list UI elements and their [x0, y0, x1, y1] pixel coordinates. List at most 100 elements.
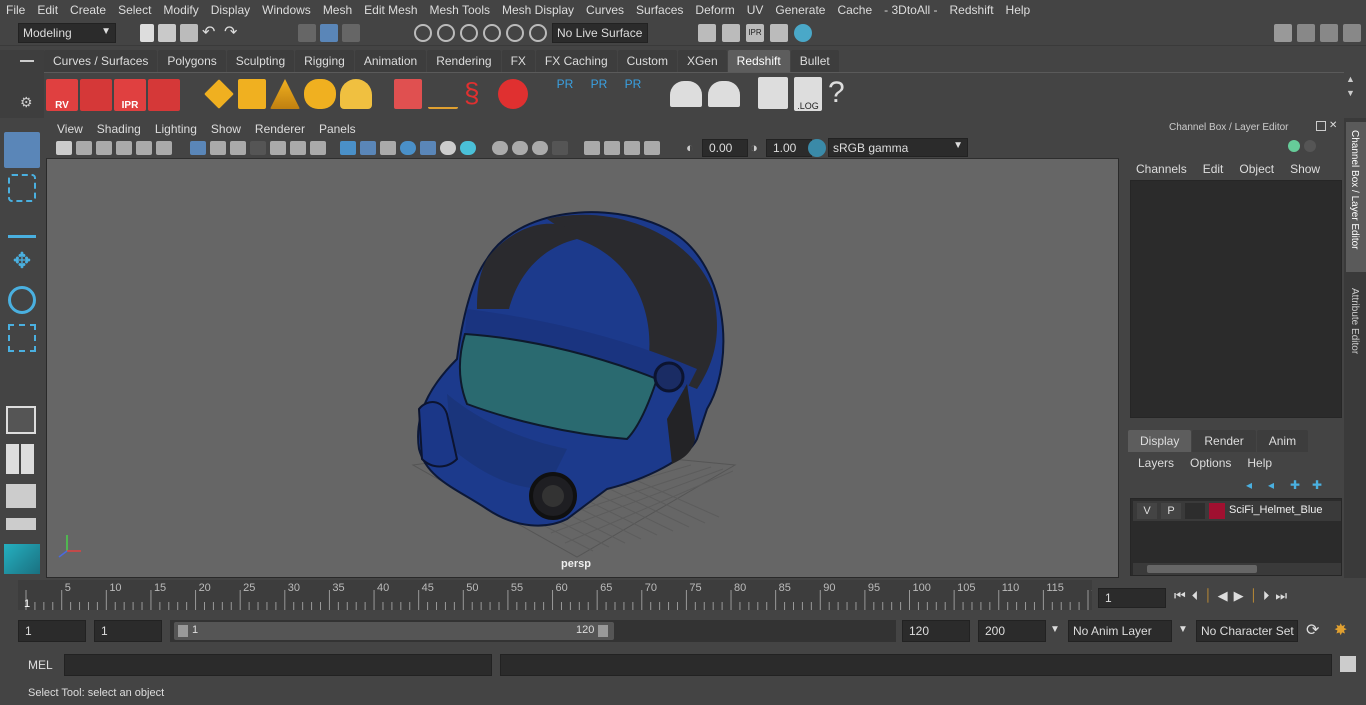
film-gate-icon[interactable]	[210, 141, 226, 155]
depth-of-field-icon[interactable]	[532, 141, 548, 155]
exposure-field[interactable]: 0.00	[702, 139, 748, 157]
auto-key-icon[interactable]: ⟳	[1306, 620, 1319, 640]
hypershade-icon[interactable]	[794, 24, 812, 42]
save-scene-icon[interactable]	[180, 24, 198, 42]
shelf-scroll[interactable]: ▲ ▼	[1346, 72, 1360, 116]
render-view-rv-icon[interactable]: RV	[46, 79, 78, 111]
resolution-gate-icon[interactable]	[230, 141, 246, 155]
menu-select[interactable]: Select	[112, 3, 157, 17]
new-scene-icon[interactable]	[140, 24, 154, 42]
channel-menu-show[interactable]: Show	[1290, 162, 1320, 176]
playback-end-field[interactable]: 120	[902, 620, 970, 642]
menu-redshift[interactable]: Redshift	[944, 3, 1000, 17]
toggle-panel-icon[interactable]	[1297, 24, 1315, 42]
bookmark-icon[interactable]	[96, 141, 112, 155]
rotate-tool-icon[interactable]	[8, 286, 36, 314]
motion-blur-icon[interactable]	[492, 141, 508, 155]
chevron-down-icon[interactable]: ▼	[1050, 624, 1060, 635]
channel-menu-object[interactable]: Object	[1239, 162, 1274, 176]
paint-select-tool-icon[interactable]	[8, 210, 36, 238]
preferences-icon[interactable]: ✸	[1334, 620, 1347, 640]
textured-icon[interactable]	[400, 141, 416, 155]
menu-deform[interactable]: Deform	[689, 3, 740, 17]
portal-light-icon[interactable]	[304, 79, 336, 109]
color-management-icon[interactable]	[808, 139, 826, 157]
playback-start-field[interactable]: 1	[94, 620, 162, 642]
panel-menu-renderer[interactable]: Renderer	[248, 122, 312, 136]
layout-icon[interactable]	[6, 484, 36, 508]
mode-dropdown[interactable]: Modeling ▼	[18, 23, 116, 43]
layer-menu-options[interactable]: Options	[1190, 456, 1231, 470]
manipulator-toggle-icon[interactable]	[1304, 140, 1316, 152]
scroll-down-icon[interactable]: ▼	[1346, 86, 1360, 100]
new-layer-icon[interactable]: ✚	[1290, 478, 1306, 492]
layer-display-type[interactable]	[1185, 503, 1205, 519]
dome-light-icon[interactable]	[238, 79, 266, 109]
float-icon[interactable]	[1316, 121, 1326, 131]
camera-attributes-icon[interactable]	[76, 141, 92, 155]
select-component-icon[interactable]	[342, 24, 360, 42]
shelf-tab-curves-surfaces[interactable]: Curves / Surfaces	[44, 50, 158, 72]
safe-title-icon[interactable]	[310, 141, 326, 155]
go-to-start-icon[interactable]: ⏮	[1174, 588, 1186, 604]
range-end-handle[interactable]	[598, 625, 608, 637]
layer-color-swatch[interactable]	[1209, 503, 1225, 519]
redo-icon[interactable]: ↷	[224, 24, 242, 42]
xray-active-icon[interactable]	[624, 141, 640, 155]
mel-input[interactable]	[64, 654, 492, 676]
lasso-tool-icon[interactable]	[8, 174, 36, 202]
area-light-icon[interactable]	[204, 79, 234, 109]
bake-icon[interactable]	[670, 81, 702, 107]
camera-icon[interactable]	[56, 141, 72, 155]
move-layer-up-icon[interactable]: ◂	[1246, 478, 1262, 492]
snap-surface-icon[interactable]	[506, 24, 524, 42]
menu-create[interactable]: Create	[64, 3, 112, 17]
spot-light-icon[interactable]	[270, 79, 300, 109]
menu-modify[interactable]: Modify	[157, 3, 204, 17]
close-icon[interactable]: ✕	[1329, 121, 1337, 131]
x-ray-icon[interactable]	[552, 141, 568, 155]
tab-attribute-editor[interactable]: Attribute Editor	[1346, 282, 1366, 392]
layer-tab-render[interactable]: Render	[1192, 430, 1256, 452]
play-forwards-icon[interactable]: ▶	[1234, 588, 1244, 604]
panel-menu-shading[interactable]: Shading	[90, 122, 148, 136]
menu-edit-mesh[interactable]: Edit Mesh	[358, 3, 423, 17]
shelf-tab-fx-caching[interactable]: FX Caching	[535, 50, 617, 72]
gamma-field[interactable]: 1.00	[766, 139, 812, 157]
field-chart-icon[interactable]	[270, 141, 286, 155]
snap-view-icon[interactable]	[483, 24, 501, 42]
snap-curve-icon[interactable]	[437, 24, 455, 42]
hair-icon[interactable]	[428, 79, 458, 109]
material-ball-icon[interactable]	[498, 79, 528, 109]
layer-menu-help[interactable]: Help	[1247, 456, 1272, 470]
layer-playback-toggle[interactable]: P	[1161, 503, 1181, 519]
menu-mesh[interactable]: Mesh	[317, 3, 358, 17]
anim-layer-dropdown[interactable]: No Anim Layer	[1068, 620, 1172, 642]
layer-visible-toggle[interactable]: V	[1137, 503, 1157, 519]
shelf-tab-polygons[interactable]: Polygons	[158, 50, 226, 72]
channel-menu-channels[interactable]: Channels	[1136, 162, 1187, 176]
range-start-handle[interactable]	[178, 625, 188, 637]
render-frame-icon[interactable]	[722, 24, 740, 42]
time-slider[interactable]: 1 5 10 15 20 25 30 35 40 45 50 55 60 65 70 75 80 85 90 95 10…	[18, 580, 1103, 610]
menu-mesh-display[interactable]: Mesh Display	[496, 3, 580, 17]
safe-action-icon[interactable]	[290, 141, 306, 155]
start-time-field[interactable]: 1	[18, 620, 86, 642]
pr-swap-icon[interactable]: PR	[620, 77, 646, 111]
grid-icon[interactable]	[190, 141, 206, 155]
new-layer-selected-icon[interactable]: ✚	[1312, 478, 1328, 492]
shelf-tab-bullet[interactable]: Bullet	[790, 50, 839, 72]
snap-live-icon[interactable]	[529, 24, 547, 42]
menu-cache[interactable]: Cache	[831, 3, 878, 17]
log-icon[interactable]: .LOG	[794, 77, 822, 111]
menu-mesh-tools[interactable]: Mesh Tools	[424, 3, 496, 17]
render-ipr-icon[interactable]: IPR	[114, 79, 146, 111]
wireframe-on-shaded-icon[interactable]	[380, 141, 396, 155]
select-object-icon[interactable]	[320, 24, 338, 42]
step-back-key-icon[interactable]: ⏴	[1192, 588, 1199, 604]
character-set-dropdown[interactable]: No Character Set	[1196, 620, 1298, 642]
two-d-pan-icon[interactable]	[136, 141, 152, 155]
snap-grid-icon[interactable]	[414, 24, 432, 42]
shelf-tab-rendering[interactable]: Rendering	[427, 50, 501, 72]
shelf-tab-xgen[interactable]: XGen	[677, 50, 727, 72]
